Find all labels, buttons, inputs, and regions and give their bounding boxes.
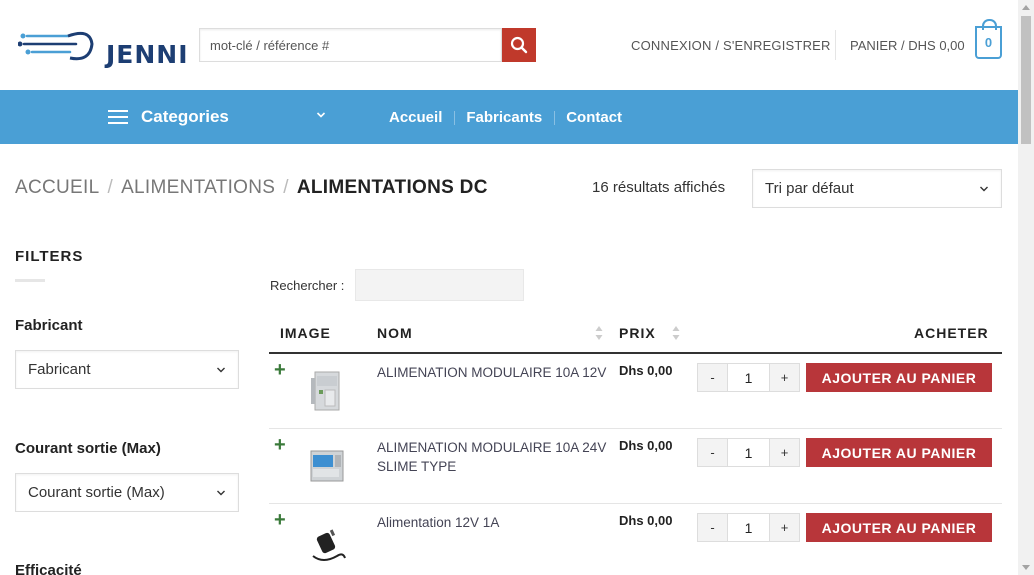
- scroll-down-arrow-icon[interactable]: [1022, 565, 1030, 570]
- column-header-name[interactable]: NOM: [377, 325, 413, 341]
- filter-value: Fabricant: [28, 361, 91, 378]
- product-name-link[interactable]: ALIMENATION MODULAIRE 10A 12V: [377, 363, 612, 382]
- breadcrumb-item-accueil[interactable]: ACCUEIL: [15, 177, 99, 198]
- quantity-stepper: - 1 +: [697, 513, 800, 542]
- quantity-decrement-button[interactable]: -: [698, 514, 727, 541]
- chevron-down-icon: [217, 490, 225, 496]
- search-button[interactable]: [502, 28, 536, 62]
- filter-label-fabricant: Fabricant: [15, 317, 83, 334]
- header-divider: [835, 30, 836, 60]
- breadcrumb-separator: /: [283, 177, 289, 198]
- quantity-decrement-button[interactable]: -: [698, 439, 727, 466]
- table-search-input[interactable]: [355, 269, 524, 301]
- page: JENNI CONNEXION / S'ENREGISTRER PANIER /…: [0, 0, 1034, 575]
- chevron-down-icon: [217, 367, 225, 373]
- scrollbar-thumb[interactable]: [1021, 16, 1031, 144]
- table-row: + Alimentation 12V 1A Dhs 0,00 - 1 + AJO…: [269, 504, 1002, 575]
- product-name-link[interactable]: Alimentation 12V 1A: [377, 513, 612, 532]
- table-row: + ALIMENATION MODULAIRE 10A 12V Dhs 0,00…: [269, 354, 1002, 429]
- nav-link-accueil[interactable]: Accueil: [377, 109, 454, 126]
- quantity-increment-button[interactable]: +: [770, 439, 799, 466]
- sort-arrows-icon[interactable]: [595, 325, 603, 341]
- filters-title: FILTERS: [15, 248, 84, 265]
- page-scrollbar[interactable]: [1018, 0, 1034, 575]
- search-field[interactable]: [199, 28, 502, 62]
- expand-row-icon[interactable]: +: [274, 435, 286, 455]
- cart-count-badge[interactable]: 0: [975, 19, 1002, 59]
- quantity-increment-button[interactable]: +: [770, 514, 799, 541]
- site-logo[interactable]: JENNI: [18, 22, 188, 69]
- column-header-buy: ACHETER: [914, 325, 989, 341]
- table-row: + ALIMENATION MODULAIRE 10A 24V SLIME TY…: [269, 429, 1002, 504]
- add-to-cart-button[interactable]: AJOUTER AU PANIER: [806, 363, 992, 392]
- filter-label-efficacite: Efficacité: [15, 562, 82, 575]
- expand-row-icon[interactable]: +: [274, 510, 286, 530]
- categories-label: Categories: [141, 107, 229, 126]
- quantity-stepper: - 1 +: [697, 363, 800, 392]
- hamburger-icon: [108, 110, 128, 124]
- categories-menu-button[interactable]: Categories: [108, 90, 229, 144]
- nav-link-contact[interactable]: Contact: [554, 109, 634, 126]
- quantity-input[interactable]: 1: [727, 439, 770, 466]
- quantity-input[interactable]: 1: [727, 364, 770, 391]
- search-input[interactable]: [200, 29, 501, 61]
- product-price: Dhs 0,00: [619, 513, 673, 528]
- filters-divider: [15, 279, 45, 282]
- breadcrumb-item-alimentations[interactable]: ALIMENTATIONS: [121, 177, 275, 198]
- product-image[interactable]: [303, 516, 353, 566]
- expand-row-icon[interactable]: +: [274, 360, 286, 380]
- product-price: Dhs 0,00: [619, 438, 673, 453]
- sort-select[interactable]: Tri par défaut: [752, 169, 1002, 208]
- product-name-link[interactable]: ALIMENATION MODULAIRE 10A 24V SLIME TYPE: [377, 438, 612, 476]
- add-to-cart-button[interactable]: AJOUTER AU PANIER: [806, 513, 992, 542]
- breadcrumb-separator: /: [107, 177, 114, 198]
- add-to-cart-button[interactable]: AJOUTER AU PANIER: [806, 438, 992, 467]
- breadcrumb-current: ALIMENTATIONS DC: [296, 177, 488, 198]
- filter-select-fabricant[interactable]: Fabricant: [15, 350, 239, 389]
- product-image[interactable]: [303, 441, 353, 491]
- quantity-stepper: - 1 +: [697, 438, 800, 467]
- column-header-image: IMAGE: [280, 325, 331, 341]
- nav-links: Accueil Fabricants Contact: [377, 90, 634, 144]
- filter-select-courant[interactable]: Courant sortie (Max): [15, 473, 239, 512]
- cart-count: 0: [984, 35, 993, 50]
- nav-link-fabricants[interactable]: Fabricants: [454, 109, 554, 126]
- chevron-down-icon: [980, 186, 988, 192]
- sort-value: Tri par défaut: [765, 180, 854, 197]
- cart-link[interactable]: PANIER / DHS 0,00: [850, 38, 965, 53]
- product-image[interactable]: [303, 366, 353, 416]
- breadcrumb: ACCUEIL / ALIMENTATIONS / ALIMENTATIONS DC: [15, 177, 488, 199]
- quantity-input[interactable]: 1: [727, 514, 770, 541]
- filter-label-courant: Courant sortie (Max): [15, 440, 161, 457]
- logo-text: JENNI: [106, 40, 189, 69]
- scroll-up-arrow-icon[interactable]: [1022, 5, 1030, 10]
- column-header-price[interactable]: PRIX: [619, 325, 656, 341]
- main-nav: Categories Accueil Fabricants Contact: [0, 90, 1018, 144]
- quantity-increment-button[interactable]: +: [770, 364, 799, 391]
- table-search-label: Rechercher :: [270, 278, 345, 293]
- quantity-decrement-button[interactable]: -: [698, 364, 727, 391]
- chevron-down-icon[interactable]: [316, 110, 326, 120]
- result-count: 16 résultats affichés: [592, 179, 726, 196]
- filter-value: Courant sortie (Max): [28, 484, 165, 501]
- product-price: Dhs 0,00: [619, 363, 673, 378]
- site-header: JENNI CONNEXION / S'ENREGISTRER PANIER /…: [0, 0, 1018, 90]
- logo-mark-icon: [18, 31, 94, 61]
- sort-arrows-icon[interactable]: [672, 325, 680, 341]
- login-register-link[interactable]: CONNEXION / S'ENREGISTRER: [631, 38, 831, 53]
- search-icon: [510, 36, 528, 54]
